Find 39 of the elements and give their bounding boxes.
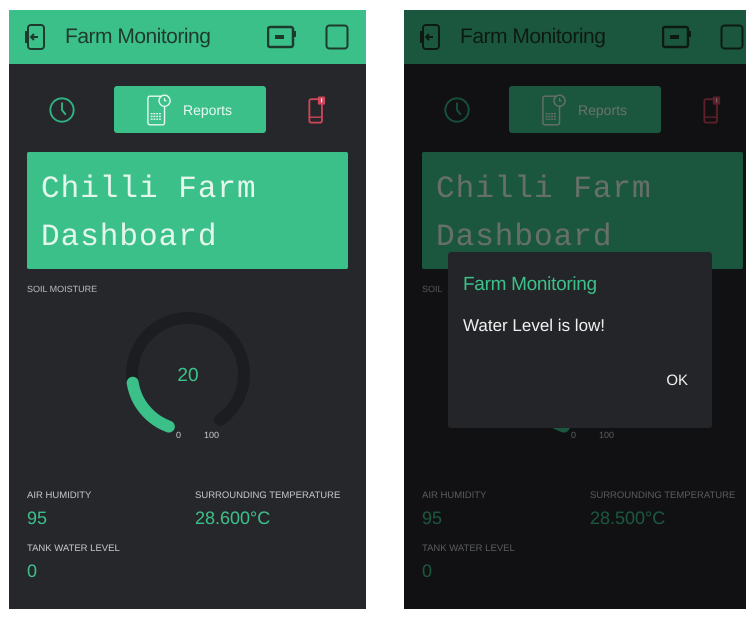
reading-label: TANK WATER LEVEL: [27, 543, 121, 554]
gauge-value: 20: [176, 365, 198, 386]
phone-alert-icon: [308, 94, 326, 124]
display-text: Dashboard: [41, 219, 218, 257]
reading-label: AIR HUMIDITY: [27, 490, 92, 501]
phone-alert-icon: [703, 94, 721, 124]
reading-value: 28.500°C: [590, 508, 666, 529]
reading-label: SURROUNDING TEMPERATURE: [590, 490, 736, 501]
display-text: Chilli Farm: [41, 171, 258, 209]
reading-value: 95: [27, 508, 48, 529]
reading-label: TANK WATER LEVEL: [422, 543, 516, 554]
clock-icon: [48, 96, 76, 124]
reading-label: SURROUNDING TEMPERATURE: [195, 490, 342, 501]
app-title: Farm Monitoring: [65, 25, 210, 49]
battery-icon[interactable]: [267, 25, 297, 49]
dialog-message: Water Level is low!: [463, 316, 606, 336]
reports-tab[interactable]: Reports: [508, 86, 660, 133]
gauge-max: 100: [204, 430, 219, 440]
gauge-min: 0: [570, 430, 576, 440]
reports-tab[interactable]: Reports: [114, 86, 266, 133]
display-text: Chilli Farm: [436, 171, 653, 209]
gauge-max: 100: [598, 430, 614, 440]
gauge-label: SOIL: [422, 284, 443, 294]
square-icon[interactable]: [325, 24, 349, 50]
dialog-title: Farm Monitoring: [463, 274, 598, 296]
reading-value: 0: [422, 561, 434, 582]
reading-value: 28.600°C: [195, 508, 272, 529]
display-text: Dashboard: [436, 219, 614, 257]
app-title: Farm Monitoring: [460, 25, 606, 49]
gauge-min: 0: [176, 430, 181, 440]
ok-button[interactable]: OK: [658, 368, 696, 393]
reading-value: 0: [27, 561, 38, 582]
reading-value: 95: [422, 508, 444, 529]
gauge-label: SOIL MOISTURE: [27, 284, 98, 294]
report-phone-icon: [542, 92, 566, 126]
report-phone-icon: [146, 92, 171, 126]
reading-label: AIR HUMIDITY: [422, 490, 488, 501]
exit-icon[interactable]: [23, 23, 47, 51]
clock-icon: [443, 96, 471, 124]
